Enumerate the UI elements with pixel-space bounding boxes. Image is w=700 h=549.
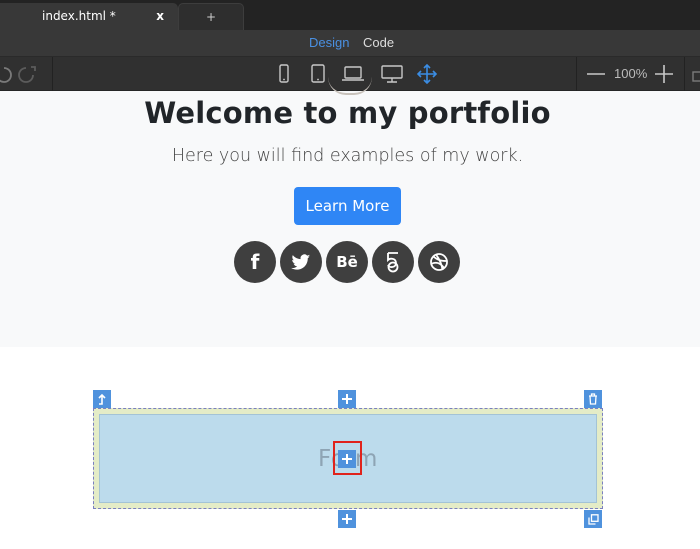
facebook-icon[interactable]: f [234, 241, 276, 283]
learn-more-button[interactable]: Learn More [294, 187, 401, 225]
zoom-out-icon[interactable] [585, 64, 607, 84]
highlight-box [333, 441, 362, 475]
facebook-glyph: f [250, 250, 260, 274]
select-parent-button[interactable] [93, 390, 111, 408]
phone-icon[interactable] [273, 64, 295, 84]
level-up-icon [98, 393, 106, 405]
trash-icon [589, 393, 597, 405]
design-mode-tab[interactable]: Design [309, 35, 349, 50]
twitter-icon[interactable] [280, 241, 322, 283]
avatar [328, 77, 372, 95]
toolbar-divider [576, 57, 577, 91]
dribbble-ball-icon [430, 253, 448, 271]
behance-icon[interactable]: Bē [326, 241, 368, 283]
add-above-button[interactable] [338, 390, 356, 408]
new-tab-button[interactable]: + [178, 3, 244, 30]
plus-icon [342, 514, 352, 524]
desktop-icon[interactable] [381, 64, 403, 84]
delete-button[interactable] [584, 390, 602, 408]
plus-icon [342, 394, 352, 404]
500px-logo-icon [387, 252, 399, 273]
mode-bar: Design Code [0, 30, 700, 57]
500px-icon[interactable]: 5 [372, 241, 414, 283]
copy-icon [587, 513, 599, 525]
lock-icon[interactable] [690, 64, 700, 84]
tab-close-button[interactable]: x [156, 3, 164, 30]
hero-subtitle: Here you will find examples of my work. [171, 146, 524, 166]
toolbar-divider [52, 57, 53, 91]
code-mode-tab[interactable]: Code [363, 35, 394, 50]
tab-title: index.html * [42, 9, 116, 23]
zoom-level: 100% [614, 66, 648, 81]
zoom-in-icon[interactable] [653, 64, 675, 84]
toolbar-divider [684, 57, 685, 91]
tab-index-html[interactable]: index.html * x [0, 3, 178, 30]
tab-bar: index.html * x + [0, 0, 700, 30]
behance-glyph: Bē [336, 253, 358, 271]
add-below-button[interactable] [338, 510, 356, 528]
tablet-icon[interactable] [307, 64, 329, 84]
duplicate-button[interactable] [584, 510, 602, 528]
undo-icon[interactable] [0, 64, 12, 84]
hero-section[interactable]: Welcome to my portfolio Here you will fi… [0, 91, 700, 347]
page-title: Welcome to my portfolio [144, 96, 551, 130]
dribbble-icon[interactable] [418, 241, 460, 283]
redo-icon[interactable] [18, 64, 40, 84]
twitter-bird-icon [291, 253, 311, 270]
move-icon[interactable] [416, 64, 438, 84]
